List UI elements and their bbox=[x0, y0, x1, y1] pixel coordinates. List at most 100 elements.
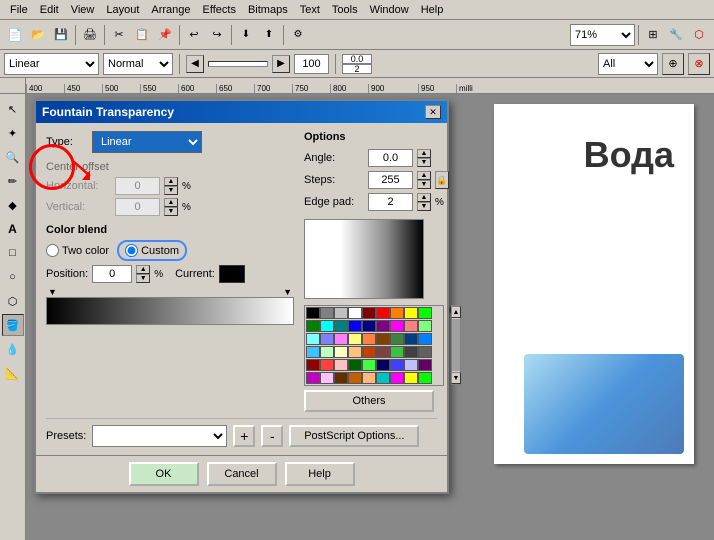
pos-up-btn[interactable]: ▲ bbox=[136, 265, 150, 274]
color-cell[interactable] bbox=[320, 372, 334, 384]
steps-dn[interactable]: ▼ bbox=[417, 180, 431, 189]
move-left-btn[interactable]: ◀ bbox=[186, 55, 204, 73]
ep-up[interactable]: ▲ bbox=[417, 193, 431, 202]
select-tool[interactable]: ↖ bbox=[2, 98, 24, 120]
layer-btn1[interactable]: ⊕ bbox=[662, 53, 684, 75]
zoom-select[interactable]: 71%50%100% bbox=[570, 24, 635, 46]
color-cell[interactable] bbox=[362, 359, 376, 371]
slider-track[interactable] bbox=[208, 61, 268, 67]
h-up-btn[interactable]: ▲ bbox=[164, 177, 178, 186]
steps-up[interactable]: ▲ bbox=[417, 171, 431, 180]
two-color-radio[interactable] bbox=[46, 244, 59, 257]
scroll-thumb[interactable] bbox=[452, 319, 460, 371]
menubar-arrange[interactable]: Arrange bbox=[145, 2, 196, 18]
color-cell[interactable] bbox=[334, 346, 348, 358]
color-cell[interactable] bbox=[320, 359, 334, 371]
color-cell[interactable] bbox=[348, 359, 362, 371]
postcript-btn[interactable]: PostScript Options... bbox=[289, 425, 419, 447]
color-cell[interactable] bbox=[320, 346, 334, 358]
open-btn[interactable]: 📂 bbox=[27, 24, 49, 46]
vertical-input[interactable] bbox=[115, 198, 160, 216]
presets-select[interactable] bbox=[92, 425, 227, 447]
color-cell[interactable] bbox=[418, 346, 432, 358]
ellipse-tool[interactable]: ○ bbox=[2, 266, 24, 288]
color-cell[interactable] bbox=[306, 333, 320, 345]
cancel-button[interactable]: Cancel bbox=[207, 462, 277, 486]
y-coord[interactable] bbox=[342, 64, 372, 74]
poly-tool[interactable]: ⬡ bbox=[2, 290, 24, 312]
menubar-help[interactable]: Help bbox=[415, 2, 450, 18]
color-cell[interactable] bbox=[362, 320, 376, 332]
menubar-window[interactable]: Window bbox=[364, 2, 415, 18]
color-cell[interactable] bbox=[334, 372, 348, 384]
steps-input[interactable] bbox=[368, 171, 413, 189]
color-cell[interactable] bbox=[334, 320, 348, 332]
color-cell[interactable] bbox=[306, 307, 320, 319]
color-cell[interactable] bbox=[348, 320, 362, 332]
angle-input[interactable] bbox=[368, 149, 413, 167]
ep-dn[interactable]: ▼ bbox=[417, 202, 431, 211]
color-cell[interactable] bbox=[306, 346, 320, 358]
redo-btn[interactable]: ↪ bbox=[206, 24, 228, 46]
color-cell[interactable] bbox=[376, 346, 390, 358]
color-cell[interactable] bbox=[390, 359, 404, 371]
color-cell[interactable] bbox=[376, 333, 390, 345]
scroll-up[interactable]: ▲ bbox=[451, 306, 461, 318]
save-btn[interactable]: 💾 bbox=[50, 24, 72, 46]
custom-radio-label[interactable]: Custom bbox=[117, 240, 187, 261]
zoom-tool[interactable]: 🔍 bbox=[2, 146, 24, 168]
color-cell[interactable] bbox=[320, 333, 334, 345]
type-dropdown[interactable]: LinearRadialConical bbox=[4, 53, 99, 75]
horizontal-input[interactable] bbox=[115, 177, 160, 195]
move-right-btn[interactable]: ▶ bbox=[272, 55, 290, 73]
menubar-layout[interactable]: Layout bbox=[100, 2, 145, 18]
edge-pad-input[interactable] bbox=[368, 193, 413, 211]
color-cell[interactable] bbox=[320, 320, 334, 332]
fill-tool[interactable]: 🪣 bbox=[2, 314, 24, 336]
import-btn[interactable]: ⬇ bbox=[235, 24, 257, 46]
menubar-bitmaps[interactable]: Bitmaps bbox=[242, 2, 294, 18]
text-tool[interactable]: A bbox=[2, 218, 24, 240]
print-btn[interactable]: 🖨 bbox=[79, 24, 101, 46]
color-cell[interactable] bbox=[418, 320, 432, 332]
color-cell[interactable] bbox=[362, 372, 376, 384]
preset-add-btn[interactable]: + bbox=[233, 425, 255, 447]
smart-tool[interactable]: ◆ bbox=[2, 194, 24, 216]
color-cell[interactable] bbox=[306, 320, 320, 332]
color-cell[interactable] bbox=[404, 333, 418, 345]
color-cell[interactable] bbox=[404, 307, 418, 319]
color-cell[interactable] bbox=[404, 359, 418, 371]
v-dn-btn[interactable]: ▼ bbox=[164, 207, 178, 216]
color-cell[interactable] bbox=[376, 320, 390, 332]
color-cell[interactable] bbox=[376, 307, 390, 319]
lock-btn[interactable]: 🔒 bbox=[435, 171, 449, 189]
paste-btn[interactable]: 📌 bbox=[154, 24, 176, 46]
color-cell[interactable] bbox=[306, 359, 320, 371]
menubar-view[interactable]: View bbox=[65, 2, 101, 18]
color-cell[interactable] bbox=[348, 307, 362, 319]
undo-btn[interactable]: ↩ bbox=[183, 24, 205, 46]
color-cell[interactable] bbox=[418, 307, 432, 319]
color-cell[interactable] bbox=[320, 307, 334, 319]
color-cell[interactable] bbox=[376, 372, 390, 384]
cut-btn[interactable]: ✂ bbox=[108, 24, 130, 46]
new-btn[interactable]: 📄 bbox=[4, 24, 26, 46]
color-cell[interactable] bbox=[362, 333, 376, 345]
layer-btn2[interactable]: ⊗ bbox=[688, 53, 710, 75]
layer-select[interactable]: All bbox=[598, 53, 658, 75]
angle-up[interactable]: ▲ bbox=[417, 149, 431, 158]
menubar-effects[interactable]: Effects bbox=[197, 2, 242, 18]
others-btn[interactable]: Others bbox=[304, 390, 434, 412]
dialog-close-btn[interactable]: ✕ bbox=[425, 105, 441, 119]
color-cell[interactable] bbox=[404, 346, 418, 358]
color-cell[interactable] bbox=[348, 372, 362, 384]
color-cell[interactable] bbox=[390, 333, 404, 345]
export-btn[interactable]: ⬆ bbox=[258, 24, 280, 46]
dialog-type-select[interactable]: LinearRadialConicalSquare bbox=[92, 131, 202, 153]
color-cell[interactable] bbox=[418, 372, 432, 384]
palette-scrollbar[interactable]: ▲ ▼ bbox=[451, 305, 461, 385]
current-color-swatch[interactable] bbox=[219, 265, 245, 283]
custom-radio[interactable] bbox=[125, 244, 138, 257]
color-cell[interactable] bbox=[390, 320, 404, 332]
color-cell[interactable] bbox=[390, 346, 404, 358]
